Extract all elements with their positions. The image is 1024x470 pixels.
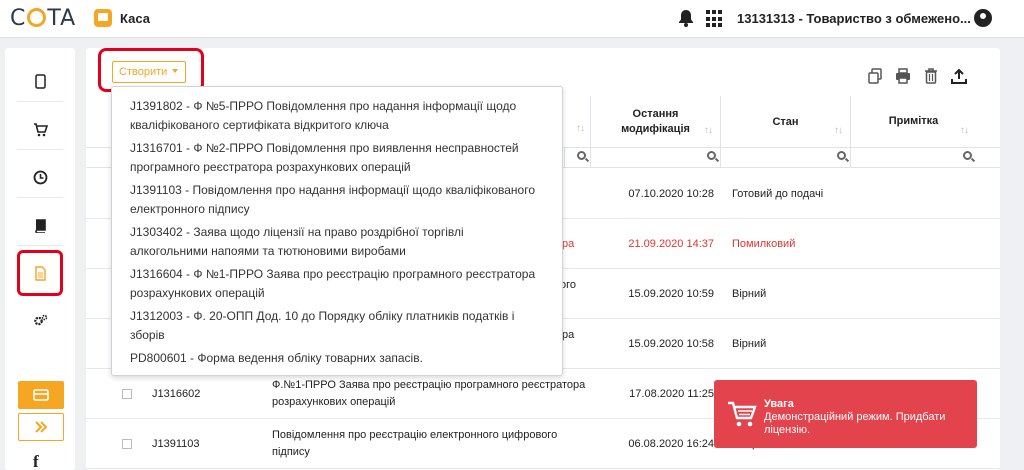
copy-icon[interactable]	[867, 68, 883, 84]
create-dropdown-menu: J1391802 - Ф №5-ПРРО Повідомлення про на…	[111, 86, 563, 376]
apps-grid-icon[interactable]	[706, 10, 724, 28]
menu-item-j1312003[interactable]: J1312003 - Ф. 20-ОПП Дод. 10 до Порядку …	[112, 305, 562, 347]
search-icon	[837, 151, 846, 160]
cell-state: Вірний	[732, 337, 767, 350]
search-icon	[963, 151, 972, 160]
toast-title: Увага	[764, 398, 794, 410]
row-checkbox[interactable]	[122, 389, 132, 399]
sidebar-item-device[interactable]	[17, 62, 63, 102]
app-title[interactable]: Каса	[120, 11, 150, 26]
sidebar-item-catalog[interactable]	[17, 206, 63, 246]
filter-modified[interactable]	[590, 148, 720, 168]
column-header-note[interactable]: Примітка ↑↓	[850, 96, 976, 148]
bell-icon[interactable]	[678, 9, 694, 27]
menu-item-j1316701[interactable]: J1316701 - Ф №2-ПРРО Повідомлення про ви…	[112, 137, 562, 179]
search-icon	[577, 151, 586, 160]
menu-item-j1303402[interactable]: J1303402 - Заява щодо ліцензії на право …	[112, 221, 562, 263]
search-icon	[707, 151, 716, 160]
trash-icon[interactable]	[923, 68, 939, 84]
create-button[interactable]: Створити	[112, 61, 186, 83]
double-chevron-right-icon	[35, 421, 48, 433]
warning-toast[interactable]: Увага Демонстраційний режим. Придбати лі…	[714, 380, 977, 448]
toast-message: Демонстраційний режим. Придбати ліцензію…	[764, 411, 946, 436]
caret-down-icon	[172, 69, 179, 73]
document-icon	[34, 265, 46, 281]
column-header-state[interactable]: Стан ↑↓	[720, 96, 850, 148]
filter-state[interactable]	[720, 148, 850, 168]
cell-modified: 07.10.2020 10:28	[628, 187, 714, 200]
cell-modified: 06.08.2020 16:24	[628, 437, 714, 450]
upload-icon[interactable]	[951, 68, 967, 84]
cash-register-icon	[94, 9, 112, 27]
clock-icon	[33, 170, 47, 185]
card-icon	[33, 389, 49, 401]
cell-code: J1391103	[152, 437, 200, 450]
logo[interactable]: C TA	[10, 6, 76, 31]
column-header-modified[interactable]: Остання модифікація ↑↓	[590, 96, 720, 148]
organization-selector[interactable]: 13131313 - Товариство з обмежено...	[737, 11, 971, 26]
facebook-icon[interactable]: f	[33, 452, 39, 470]
sort-icon[interactable]: ↑↓	[704, 123, 713, 138]
cart-icon	[728, 401, 757, 427]
cart-icon	[33, 123, 48, 137]
sidebar: f	[5, 48, 75, 470]
filter-name[interactable]	[564, 148, 590, 168]
cell-state: Помилковий	[732, 237, 796, 250]
gears-icon	[33, 314, 47, 325]
payment-button[interactable]	[18, 381, 64, 409]
cell-name: Повідомлення про реєстрацію електронного…	[272, 429, 558, 458]
cell-modified: 15.09.2020 10:58	[628, 337, 714, 350]
cell-name: Ф.№1-ПРРО Заява про реєстрацію програмно…	[272, 379, 586, 408]
tablet-icon	[34, 74, 46, 89]
cell-name: ра	[562, 329, 575, 341]
menu-item-j1391103[interactable]: J1391103 - Повідомлення про надання інфо…	[112, 179, 562, 221]
row-checkbox[interactable]	[122, 439, 132, 449]
sort-icon[interactable]: ↑↓	[960, 123, 969, 138]
menu-item-j1316604[interactable]: J1316604 - Ф №1-ПРРО Заява про реєстраці…	[112, 263, 562, 305]
cell-state: Вірний	[732, 287, 767, 300]
menu-item-pd800601[interactable]: PD800601 - Форма ведення обліку товарних…	[112, 347, 562, 371]
cell-state: Готовий до подачі	[732, 187, 824, 200]
cell-name: ра	[562, 237, 575, 250]
sort-icon[interactable]: ↑↓	[834, 123, 843, 138]
sidebar-item-history[interactable]	[17, 158, 63, 198]
sidebar-item-documents[interactable]	[17, 250, 63, 296]
print-icon[interactable]	[895, 68, 911, 84]
top-bar: C TA Каса 13131313 - Товариство з обмежен…	[0, 0, 1024, 38]
sort-icon[interactable]: ↑↓	[576, 123, 585, 134]
cell-name: ого	[560, 279, 577, 291]
filter-note[interactable]	[850, 148, 976, 168]
cell-modified: 21.09.2020 14:37	[628, 237, 714, 250]
expand-sidebar-button[interactable]	[18, 413, 64, 441]
cell-code: J1316602	[152, 387, 201, 400]
menu-item-j1391802[interactable]: J1391802 - Ф №5-ПРРО Повідомлення про на…	[112, 95, 562, 137]
book-icon	[34, 219, 46, 233]
sidebar-item-sales[interactable]	[17, 110, 63, 150]
create-button-label: Створити	[119, 66, 168, 78]
sidebar-item-settings[interactable]	[17, 300, 63, 340]
cell-modified: 15.09.2020 10:59	[628, 287, 714, 300]
cell-modified: 17.08.2020 11:25	[629, 387, 714, 400]
user-avatar-icon[interactable]	[974, 9, 992, 27]
